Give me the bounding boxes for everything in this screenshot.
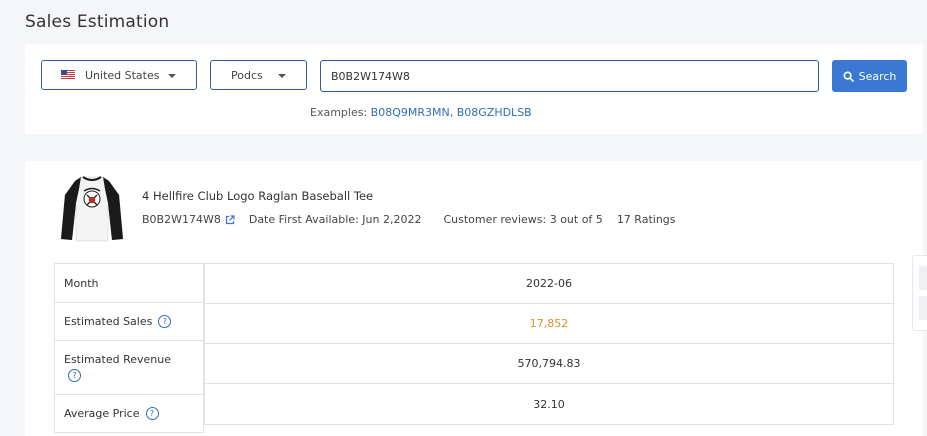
- search-button-label: Search: [858, 69, 897, 83]
- product-meta: B0B2W174W8 Date First Available: Jun 2,2…: [142, 213, 676, 226]
- side-toolbar-block: [919, 296, 927, 320]
- examples-line: Examples: B08Q9MR3MN, B08GZHDLSB: [310, 106, 532, 119]
- us-flag-icon: [61, 70, 75, 80]
- help-circle-icon[interactable]: ?: [145, 407, 159, 420]
- product-image: [61, 176, 123, 242]
- row-label: Month: [64, 276, 99, 290]
- chevron-down-icon: [278, 74, 286, 78]
- example-asin-links[interactable]: B08Q9MR3MN, B08GZHDLSB: [371, 106, 532, 119]
- table-row-label-average-price: Average Price ?: [55, 395, 203, 432]
- product-title: 4 Hellfire Club Logo Raglan Baseball Tee: [142, 189, 374, 203]
- table-cell-month: 2022-06: [205, 264, 893, 304]
- help-circle-icon[interactable]: ?: [158, 315, 172, 328]
- table-cell-estimated-sales: 17,852: [205, 304, 893, 344]
- external-link-icon[interactable]: [225, 214, 235, 225]
- category-select[interactable]: Podcs: [210, 60, 307, 90]
- page-title: Sales Estimation: [25, 12, 170, 32]
- table-label-column: Month Estimated Sales ? Estimated Revenu…: [54, 263, 204, 433]
- search-button[interactable]: Search: [832, 60, 907, 92]
- table-value-column: 2022-06 17,852 570,794.83 32.10: [204, 263, 894, 425]
- chevron-down-icon: [168, 74, 176, 78]
- row-label: Estimated Sales: [64, 315, 153, 328]
- table-cell-estimated-revenue: 570,794.83: [205, 344, 893, 384]
- side-toolbar-tab[interactable]: [912, 255, 927, 331]
- result-panel: 4 Hellfire Club Logo Raglan Baseball Tee…: [25, 161, 923, 436]
- examples-label: Examples:: [310, 106, 368, 119]
- search-icon: [843, 70, 854, 82]
- help-circle-icon[interactable]: ?: [68, 369, 81, 382]
- country-select-label: United States: [85, 68, 160, 82]
- row-label: Average Price: [64, 407, 140, 420]
- country-select[interactable]: United States: [41, 60, 197, 90]
- date-first-available: Date First Available: Jun 2,2022: [248, 213, 422, 226]
- ratings-count: 17 Ratings: [616, 213, 676, 226]
- search-panel: United States Podcs Search Examples: B08…: [25, 44, 923, 134]
- side-toolbar-block: [919, 266, 927, 290]
- row-label: Estimated Revenue: [64, 353, 171, 366]
- asin-search-input[interactable]: [320, 60, 819, 92]
- table-row-label-estimated-revenue: Estimated Revenue ?: [55, 341, 203, 395]
- table-row-label-month: Month: [55, 264, 203, 303]
- category-select-label: Podcs: [231, 68, 263, 82]
- product-asin: B0B2W174W8: [142, 213, 221, 226]
- table-row-label-estimated-sales: Estimated Sales ?: [55, 303, 203, 341]
- customer-reviews: Customer reviews: 3 out of 5: [443, 213, 603, 226]
- table-cell-average-price: 32.10: [533, 397, 565, 411]
